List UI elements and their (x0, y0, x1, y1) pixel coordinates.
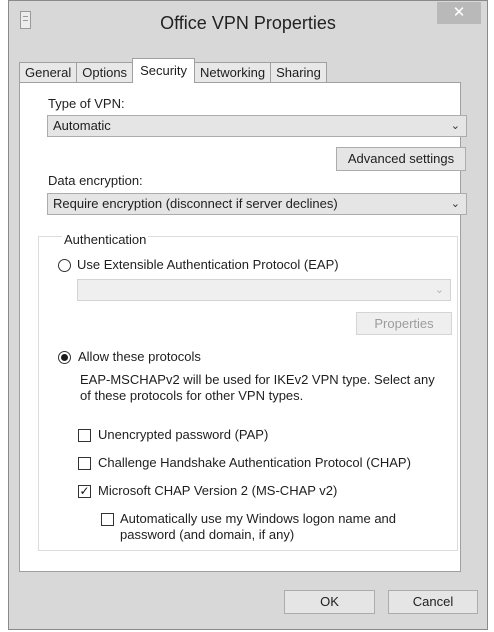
eap-radio[interactable] (58, 259, 71, 272)
chevron-down-icon: ⌄ (450, 198, 460, 210)
auto-logon-label[interactable]: Automatically use my Windows logon name … (120, 511, 440, 543)
window-title: Office VPN Properties (160, 13, 336, 33)
ok-button[interactable]: OK (284, 590, 375, 614)
protocols-description: EAP-MSCHAPv2 will be used for IKEv2 VPN … (80, 372, 435, 403)
tab-security[interactable]: Security (132, 58, 196, 83)
checkmark-icon: ✓ (79, 484, 90, 498)
chevron-down-icon: ⌄ (434, 284, 444, 296)
eap-properties-button: Properties (356, 312, 452, 335)
tab-general[interactable]: General (19, 62, 78, 83)
chap-label[interactable]: Challenge Handshake Authentication Proto… (98, 455, 411, 470)
cancel-button[interactable]: Cancel (388, 590, 478, 614)
allow-protocols-radio[interactable] (58, 351, 71, 364)
chevron-down-icon: ⌄ (450, 120, 460, 132)
allow-protocols-label[interactable]: Allow these protocols (78, 349, 201, 364)
vpn-type-value: Automatic (53, 118, 111, 133)
vpn-type-select[interactable]: Automatic ⌄ (47, 115, 467, 137)
close-button[interactable]: ✕ (437, 2, 481, 24)
mschapv2-checkbox[interactable]: ✓ (78, 485, 91, 498)
data-encryption-value: Require encryption (disconnect if server… (53, 196, 338, 211)
data-encryption-select[interactable]: Require encryption (disconnect if server… (47, 193, 467, 215)
authentication-group-label: Authentication (62, 232, 149, 247)
chap-checkbox[interactable] (78, 457, 91, 470)
mschapv2-label[interactable]: Microsoft CHAP Version 2 (MS-CHAP v2) (98, 483, 337, 498)
title-bar[interactable]: Office VPN Properties ✕ (9, 1, 487, 39)
tab-networking[interactable]: Networking (194, 62, 272, 83)
tab-strip: General Options Security Networking Shar… (19, 58, 327, 83)
eap-method-select: ⌄ (77, 279, 451, 301)
auto-logon-checkbox[interactable] (101, 513, 114, 526)
tab-options[interactable]: Options (76, 62, 134, 83)
pap-label[interactable]: Unencrypted password (PAP) (98, 427, 268, 442)
eap-option-label[interactable]: Use Extensible Authentication Protocol (… (77, 257, 339, 272)
tab-sharing[interactable]: Sharing (270, 62, 327, 83)
vpn-type-label: Type of VPN: (48, 96, 125, 111)
pap-checkbox[interactable] (78, 429, 91, 442)
advanced-settings-button[interactable]: Advanced settings (336, 147, 466, 171)
data-encryption-label: Data encryption: (48, 173, 143, 188)
